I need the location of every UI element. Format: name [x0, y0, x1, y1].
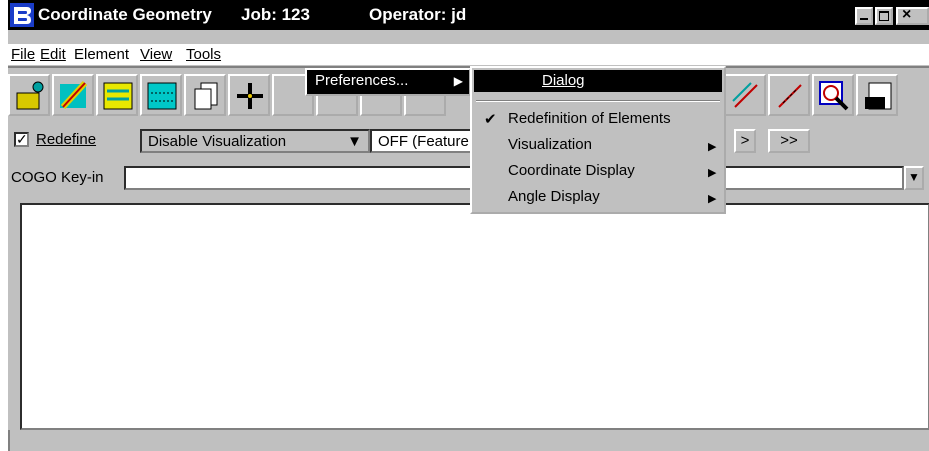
menu-item-visualization[interactable]: Visualization ▶	[472, 134, 724, 158]
coordinate-display-label: Coordinate Display	[508, 162, 635, 179]
close-button[interactable]: ×	[896, 6, 929, 25]
maximize-button[interactable]	[875, 7, 893, 25]
menu-item-angle-display[interactable]: Angle Display ▶	[472, 186, 724, 210]
exit-icon	[865, 82, 892, 110]
intersection-tool-button[interactable]	[768, 74, 810, 116]
keyin-history-dropdown[interactable]: ▼	[904, 166, 924, 190]
menu-user-label: User	[240, 46, 272, 63]
list-tool-button[interactable]	[96, 74, 138, 116]
copy-element-tool-button[interactable]	[184, 74, 226, 116]
store-point-icon	[60, 80, 88, 110]
submenu-arrow-icon: ▶	[453, 74, 463, 88]
zoom-icon	[819, 81, 849, 111]
operator-label: Operator: jd	[369, 5, 467, 24]
preferences-submenu: Dialog ✔ Redefinition of Elements Visual…	[470, 66, 726, 214]
crosshair-tool-button[interactable]	[228, 74, 270, 116]
maximize-icon	[879, 11, 889, 21]
title-bar[interactable]: Coordinate Geometry Job: 123 Operator: j…	[8, 0, 929, 30]
minimize-button[interactable]	[855, 7, 873, 25]
visualization-label: Visualization	[508, 136, 592, 153]
intersection-icon	[778, 84, 802, 108]
cogo-keyin-label: COGO Key-in	[11, 169, 104, 186]
redefine-label: Redefine	[36, 131, 96, 148]
visualization-value: Disable Visualization	[148, 133, 287, 150]
feature-dropdown[interactable]: OFF (Feature	[370, 129, 480, 153]
menu-item-coordinate-display[interactable]: Coordinate Display ▶	[472, 160, 724, 184]
app-logo-icon	[10, 3, 34, 27]
chevron-down-icon: ▼	[347, 133, 362, 150]
submenu-arrow-icon: ▶	[708, 141, 717, 153]
open-job-icon	[16, 81, 44, 110]
menu-divider	[476, 100, 720, 102]
zoom-tool-button[interactable]	[812, 74, 854, 116]
previous-button[interactable]: >	[734, 129, 756, 153]
menu-tools-label: Tools	[186, 46, 222, 63]
menu-item-redefinition[interactable]: ✔ Redefinition of Elements	[472, 108, 724, 132]
options-row: ✓ Redefine Disable Visualization ▼ OFF (…	[8, 128, 929, 154]
window-edge	[8, 430, 10, 451]
list-icon	[103, 82, 133, 110]
dialog-label-text: Dialog	[542, 72, 585, 89]
menu-item-preferences[interactable]: Preferences... ▶	[307, 70, 469, 94]
exit-tool-button[interactable]	[856, 74, 898, 116]
job-label: Job: 123	[241, 5, 310, 24]
minimize-icon	[860, 18, 868, 20]
dimension-icon	[732, 82, 758, 108]
menu-element-label: Element	[74, 46, 130, 63]
redefinition-label: Redefinition of Elements	[508, 110, 671, 127]
crosshair-icon	[237, 83, 263, 109]
angle-display-label: Angle Display	[508, 188, 600, 205]
checkmark-icon: ✔	[484, 111, 497, 128]
user-menu-dropdown: Preferences... ▶	[305, 68, 471, 96]
open-job-tool-button[interactable]	[8, 74, 50, 116]
store-point-tool-button[interactable]	[52, 74, 94, 116]
menu-file-label: File	[11, 46, 36, 63]
window-title: Coordinate Geometry	[38, 5, 212, 24]
redefine-label-text: Redefine	[36, 131, 97, 148]
text-table-icon	[147, 82, 177, 110]
output-area[interactable]	[20, 203, 929, 430]
next-button-label: >>	[780, 132, 798, 149]
dimension-tool-button[interactable]	[724, 74, 766, 116]
feature-value: OFF (Feature	[378, 133, 469, 150]
menu-item-dialog[interactable]: Dialog	[474, 70, 722, 92]
menu-view-label: View	[140, 46, 173, 63]
submenu-arrow-icon: ▶	[708, 167, 717, 179]
keyin-row: COGO Key-in ▼	[8, 166, 929, 192]
previous-button-label: >	[740, 132, 750, 149]
text-table-tool-button[interactable]	[140, 74, 182, 116]
menu-bar: File Edit Element View Tools User	[8, 44, 929, 65]
submenu-arrow-icon: ▶	[708, 193, 717, 205]
next-button[interactable]: >>	[768, 129, 810, 153]
close-icon: ×	[902, 6, 912, 23]
copy-element-icon	[194, 82, 218, 110]
menu-edit-label: Edit	[40, 46, 66, 63]
visualization-dropdown[interactable]: Disable Visualization ▼	[140, 129, 370, 153]
redefine-checkbox[interactable]: ✓	[14, 132, 29, 147]
preferences-label: Preferences...	[315, 72, 409, 89]
chevron-down-icon: ▼	[908, 170, 920, 184]
